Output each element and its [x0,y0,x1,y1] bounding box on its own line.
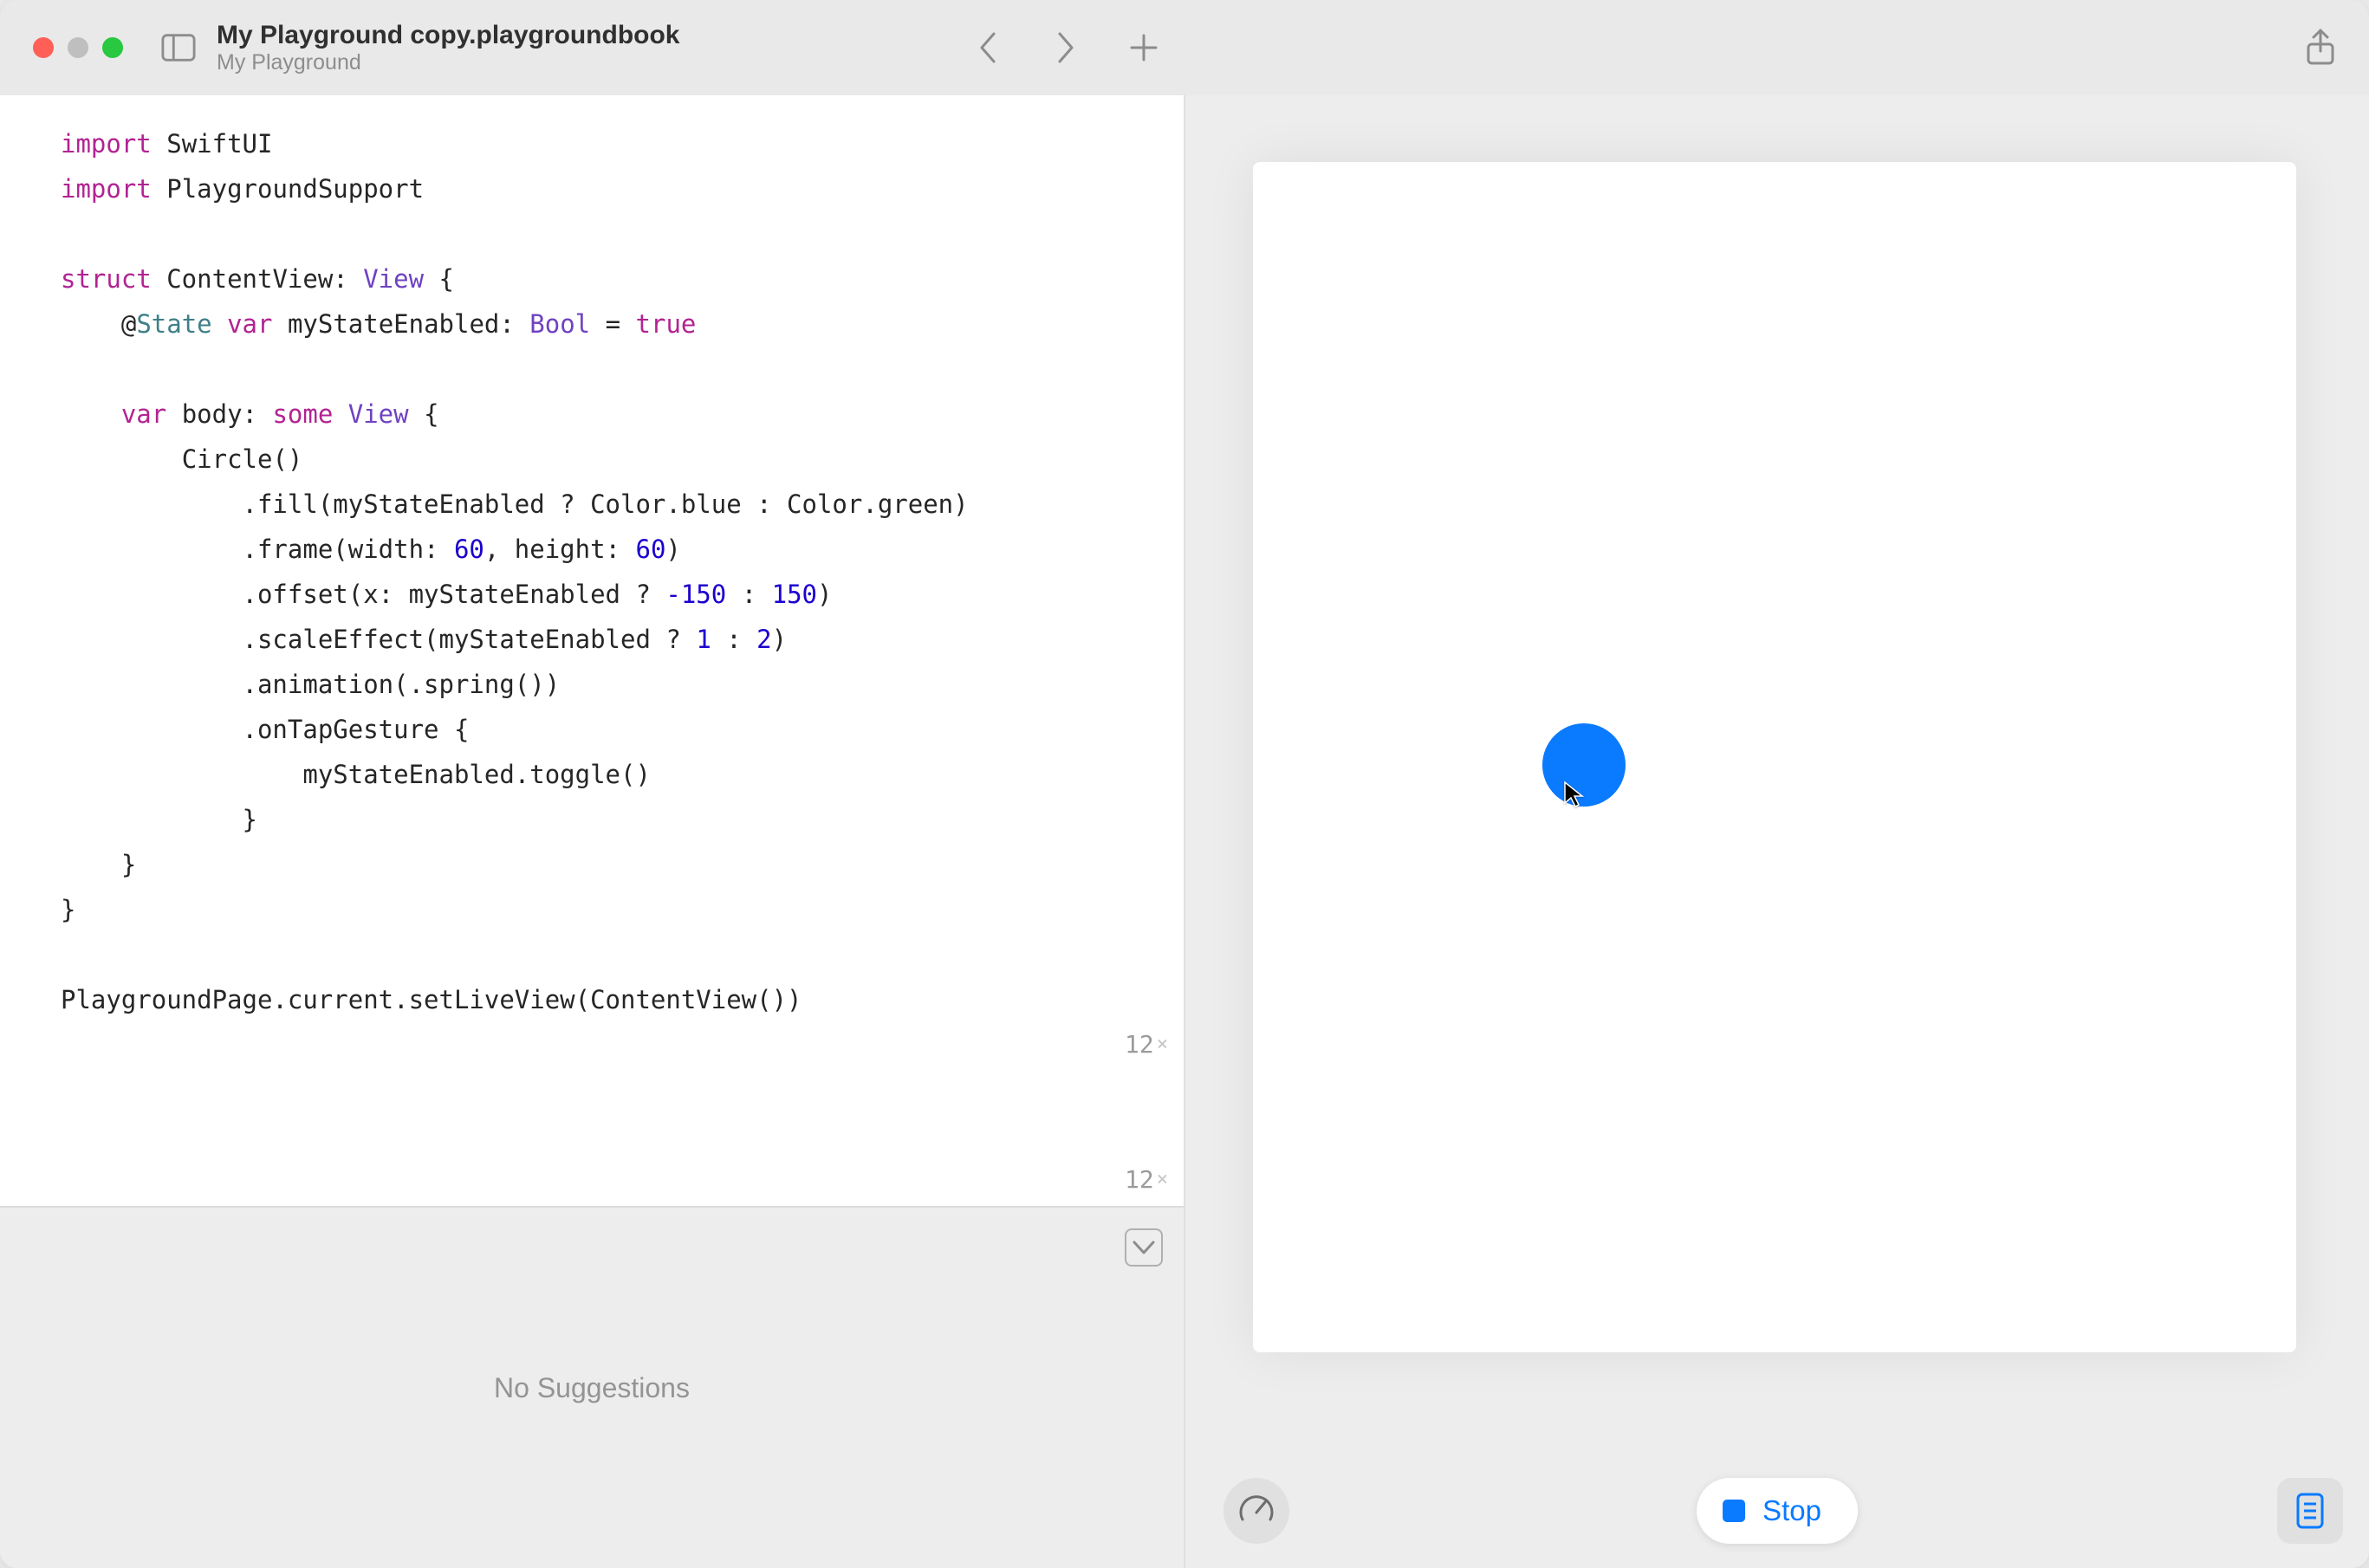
at-sign: @ [121,309,136,339]
live-view-controls: Stop [1185,1468,2369,1544]
live-view-canvas[interactable] [1253,162,2296,1352]
no-suggestions-label: No Suggestions [494,1372,690,1404]
fullscreen-window-button[interactable] [102,37,123,58]
code-editor[interactable]: import SwiftUI import PlaygroundSupport … [0,95,1184,1206]
hit-count-circle: 12× [1022,1157,1168,1202]
call-setliveview: PlaygroundPage.current.setLiveView(Conte… [61,985,802,1014]
kw-state: State [136,309,211,339]
call-frame-b: , height: [484,535,636,564]
window-title: My Playground copy.playgroundbook [217,21,679,49]
collapse-suggestions-button[interactable] [1125,1228,1163,1267]
type-view: View [363,264,424,294]
decl-body: body: [166,399,272,429]
share-button[interactable] [2303,30,2338,65]
stop-icon [1723,1500,1745,1522]
playground-window: My Playground copy.playgroundbook My Pla… [0,0,2369,1568]
document-icon [2294,1492,2326,1530]
live-view-pane: Stop [1185,95,2369,1568]
execution-count-gutter: 12× 12× 11× 11× [1022,121,1168,1206]
sidebar-toggle-icon [161,33,196,62]
call-ontap: .onTapGesture { [243,715,470,744]
chevron-left-icon [977,30,999,65]
num-60a: 60 [454,535,484,564]
kw-struct: struct [61,264,152,294]
brace: { [424,264,454,294]
close-window-button[interactable] [33,37,54,58]
speedometer-icon [1237,1492,1275,1530]
kw-var: var [227,309,272,339]
brace-close-3: } [61,895,75,924]
kw-var-2: var [121,399,166,429]
suggestions-panel: No Suggestions [0,1206,1184,1568]
stop-button[interactable]: Stop [1697,1478,1858,1544]
navigate-forward-button[interactable] [1048,30,1083,65]
minimize-window-button[interactable] [68,37,88,58]
sidebar-toggle-button[interactable] [161,30,196,65]
performance-button[interactable] [1223,1478,1289,1544]
call-offset-c: ) [817,580,832,609]
chevron-right-icon [1055,30,1077,65]
kw-some: some [272,399,333,429]
call-offset-a: .offset(x: myStateEnabled ? [243,580,666,609]
call-toggle: myStateEnabled.toggle() [302,760,651,789]
results-panel-button[interactable] [2277,1478,2343,1544]
traffic-lights [33,37,123,58]
hit-count-body: 12× [1022,1022,1168,1067]
window-toolbar: My Playground copy.playgroundbook My Pla… [0,0,2369,95]
window-title-block: My Playground copy.playgroundbook My Pla… [217,21,679,75]
eq: = [590,309,635,339]
brace-close-1: } [243,805,257,834]
kw-import-2: import [61,174,152,204]
call-frame-a: .frame(width: [243,535,454,564]
rendered-circle[interactable] [1542,723,1626,807]
call-circle: Circle() [182,444,303,474]
kw-true: true [636,309,697,339]
mouse-cursor [1563,781,1584,808]
num-2: 2 [756,625,771,654]
brace-2: { [409,399,439,429]
call-scale-a: .scaleEffect(myStateEnabled ? [243,625,697,654]
stop-label: Stop [1762,1494,1821,1527]
decl-mystate: myStateEnabled: [272,309,529,339]
call-scale-b: : [711,625,756,654]
kw-import: import [61,129,152,159]
navigate-back-button[interactable] [970,30,1005,65]
id-swiftui: SwiftUI [166,129,272,159]
num-neg150: -150 [665,580,726,609]
call-fill: .fill(myStateEnabled ? Color.blue : Colo… [243,489,969,519]
type-bool: Bool [529,309,590,339]
window-subtitle: My Playground [217,51,679,75]
plus-icon [1128,32,1159,63]
call-frame-c: ) [665,535,680,564]
type-view-2: View [348,399,409,429]
id-playgroundsupport: PlaygroundSupport [166,174,424,204]
chevron-down-icon [1132,1240,1156,1255]
call-animation: .animation(.spring()) [243,670,561,699]
num-1: 1 [696,625,711,654]
num-60b: 60 [635,535,665,564]
share-icon [2305,29,2336,67]
decl-contentview: ContentView: [152,264,363,294]
num-150: 150 [772,580,817,609]
content-split: import SwiftUI import PlaygroundSupport … [0,95,2369,1568]
editor-pane: import SwiftUI import PlaygroundSupport … [0,95,1185,1568]
brace-close-2: } [121,850,136,879]
call-offset-b: : [726,580,771,609]
add-page-button[interactable] [1126,30,1161,65]
call-scale-c: ) [772,625,787,654]
